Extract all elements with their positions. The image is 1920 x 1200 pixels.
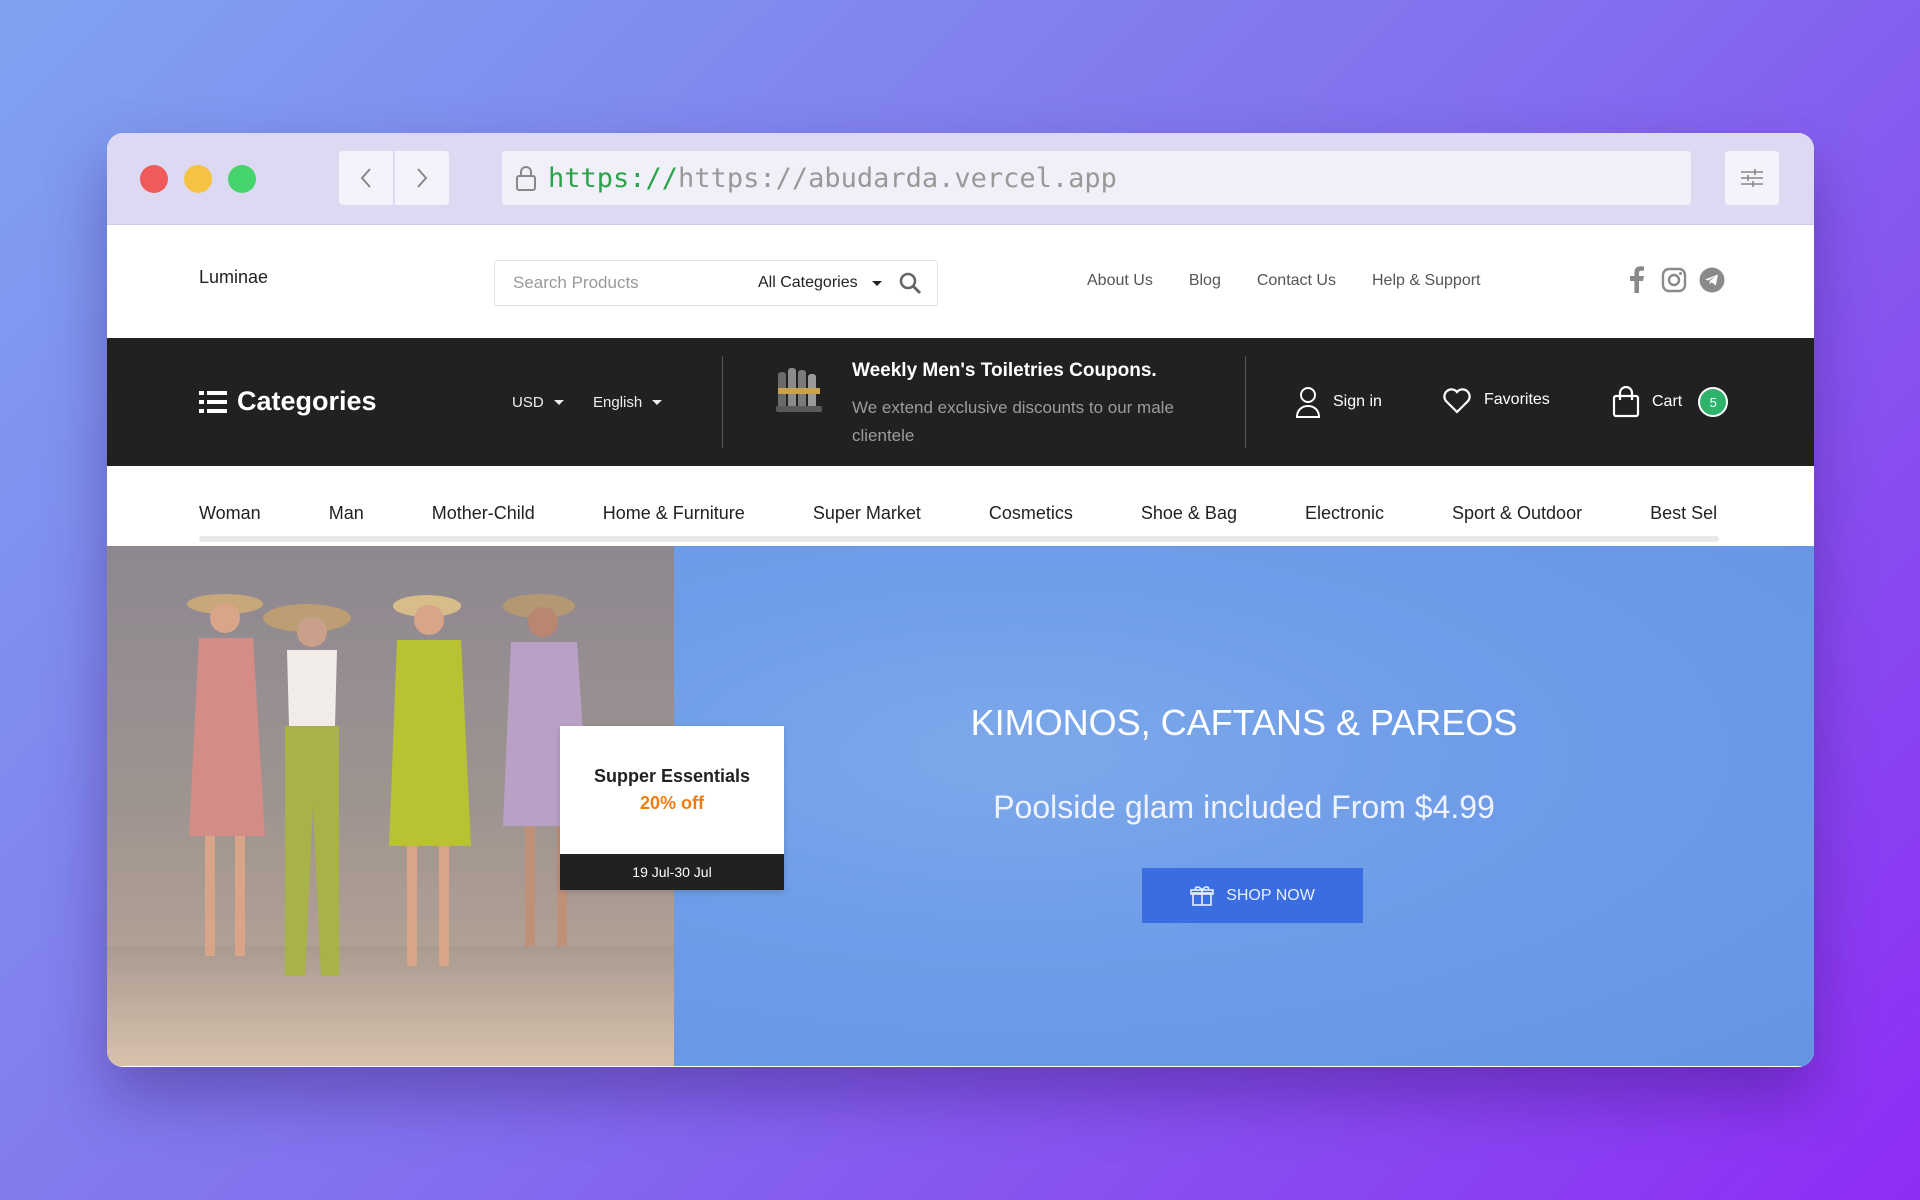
cart-button[interactable]: Cart 5 xyxy=(1612,386,1729,418)
promo-text: We extend exclusive discounts to our mal… xyxy=(852,398,1174,445)
banner-subtitle: Poolside glam included From $4.99 xyxy=(993,789,1495,825)
close-window-button[interactable] xyxy=(140,165,168,193)
favorites-label: Favorites xyxy=(1484,391,1550,408)
nav-item-home-furniture[interactable]: Home & Furniture xyxy=(603,503,745,524)
category-toolbar: Categories USD English Weekly Men's Toil… xyxy=(107,338,1814,466)
currency-label: USD xyxy=(512,394,544,411)
search-icon xyxy=(899,272,921,295)
sign-in-label: Sign in xyxy=(1333,393,1382,410)
nav-item-super-market[interactable]: Super Market xyxy=(813,503,921,524)
category-select-label: All Categories xyxy=(758,274,858,291)
nav-item-sport-outdoor[interactable]: Sport & Outdoor xyxy=(1452,503,1582,524)
search-button[interactable] xyxy=(898,271,922,295)
sliders-icon xyxy=(1741,169,1763,187)
blog-link[interactable]: Blog xyxy=(1189,272,1221,290)
chevron-right-icon xyxy=(417,168,428,188)
nav-item-electronic[interactable]: Electronic xyxy=(1305,503,1384,524)
nav-item-woman[interactable]: Woman xyxy=(199,503,261,524)
essentials-discount: 20% off xyxy=(639,793,704,813)
shop-now-label: SHOP NOW xyxy=(1226,886,1315,904)
promo-banner: KIMONOS, CAFTANS & PAREOS Poolside glam … xyxy=(674,546,1814,1066)
banner-title: KIMONOS, CAFTANS & PAREOS xyxy=(970,702,1518,743)
facebook-icon[interactable] xyxy=(1625,266,1649,294)
social-links xyxy=(1625,266,1725,294)
forward-button[interactable] xyxy=(395,151,449,205)
gift-box-icon xyxy=(1190,885,1214,906)
shopping-bag-icon xyxy=(1612,386,1640,418)
category-nav: Woman Man Mother-Child Home & Furniture … xyxy=(107,466,1814,546)
cart-label: Cart xyxy=(1652,393,1683,410)
address-bar[interactable]: https://https://abudarda.vercel.app xyxy=(502,151,1691,205)
essentials-card[interactable]: Supper Essentials 20% off 19 Jul-30 Jul xyxy=(560,726,784,890)
toiletries-icon xyxy=(772,362,828,423)
language-label: English xyxy=(593,394,643,411)
language-select[interactable]: English xyxy=(593,394,663,411)
search-input[interactable]: Search Products xyxy=(513,273,758,293)
hero-section: KIMONOS, CAFTANS & PAREOS Poolside glam … xyxy=(107,546,1814,1066)
telegram-icon[interactable] xyxy=(1699,267,1725,293)
categories-button[interactable]: Categories xyxy=(199,386,377,417)
instagram-icon[interactable] xyxy=(1661,267,1687,293)
back-button[interactable] xyxy=(339,151,393,205)
nav-item-mother-child[interactable]: Mother-Child xyxy=(432,503,535,524)
chevron-left-icon xyxy=(360,168,371,188)
divider xyxy=(722,356,723,448)
site-logo[interactable]: Luminae xyxy=(199,267,268,288)
contact-us-link[interactable]: Contact Us xyxy=(1257,272,1336,290)
categories-label: Categories xyxy=(237,386,377,416)
url-scheme: https:// xyxy=(548,162,679,194)
promo-title[interactable]: Weekly Men's Toiletries Coupons. xyxy=(852,360,1157,382)
caret-down-icon xyxy=(871,280,882,286)
nav-item-shoe-bag[interactable]: Shoe & Bag xyxy=(1141,503,1237,524)
nav-item-best-sellers[interactable]: Best Sel xyxy=(1650,503,1717,524)
nav-item-man[interactable]: Man xyxy=(329,503,364,524)
header-links: About Us Blog Contact Us Help & Support xyxy=(1087,272,1481,290)
url-host: https://abudarda.vercel.app xyxy=(678,162,1117,194)
site-header: Luminae Search Products All Categories A… xyxy=(107,225,1814,338)
user-icon xyxy=(1295,387,1321,418)
nav-item-cosmetics[interactable]: Cosmetics xyxy=(989,503,1073,524)
essentials-title: Supper Essentials xyxy=(593,766,751,786)
browser-window: https://https://abudarda.vercel.app Lumi… xyxy=(107,133,1814,1067)
favorites-button[interactable]: Favorites xyxy=(1442,386,1550,414)
list-icon xyxy=(199,390,227,413)
browser-chrome: https://https://abudarda.vercel.app xyxy=(107,133,1814,225)
heart-icon xyxy=(1443,388,1471,414)
sign-in-button[interactable]: Sign in xyxy=(1295,386,1382,418)
caret-down-icon xyxy=(652,400,663,405)
shop-now-button[interactable]: SHOP NOW xyxy=(1142,868,1363,923)
caret-down-icon xyxy=(553,400,564,405)
search-bar: Search Products All Categories xyxy=(494,260,938,306)
category-select[interactable]: All Categories xyxy=(758,274,882,292)
nav-scrollbar[interactable] xyxy=(199,536,1719,542)
about-us-link[interactable]: About Us xyxy=(1087,272,1153,290)
cart-count-badge: 5 xyxy=(1698,387,1729,417)
help-support-link[interactable]: Help & Support xyxy=(1372,272,1481,290)
minimize-window-button[interactable] xyxy=(184,165,212,193)
lock-icon xyxy=(516,166,536,191)
browser-settings-button[interactable] xyxy=(1725,151,1779,205)
currency-select[interactable]: USD xyxy=(512,394,564,411)
essentials-date: 19 Jul-30 Jul xyxy=(560,854,784,890)
divider xyxy=(1245,356,1246,448)
maximize-window-button[interactable] xyxy=(228,165,256,193)
